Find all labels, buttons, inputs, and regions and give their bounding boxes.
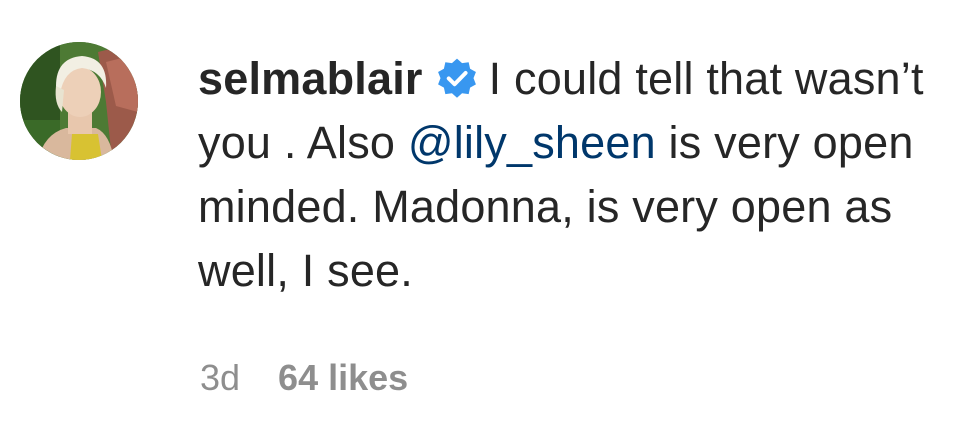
comment-meta: 3d 64 likes bbox=[200, 356, 408, 400]
comment: selmablair I could tell that wasn’t you .… bbox=[0, 0, 980, 438]
comment-body: selmablair I could tell that wasn’t you .… bbox=[198, 47, 958, 303]
timestamp-link[interactable]: 3d bbox=[200, 357, 240, 398]
likes-count-button[interactable]: 64 likes bbox=[278, 357, 408, 398]
avatar[interactable] bbox=[20, 42, 138, 160]
verified-badge-icon bbox=[435, 57, 479, 101]
mention-link[interactable]: @lily_sheen bbox=[408, 117, 656, 168]
avatar-image bbox=[20, 42, 138, 160]
username-link[interactable]: selmablair bbox=[198, 53, 423, 104]
